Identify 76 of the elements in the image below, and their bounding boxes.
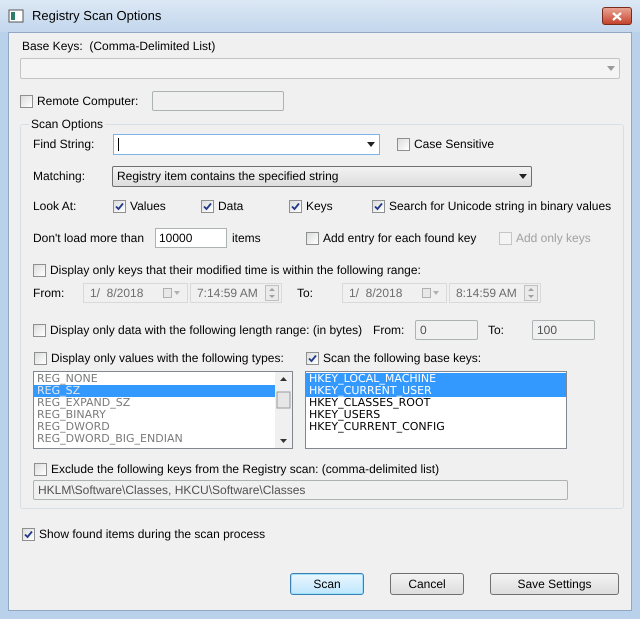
checkbox-label: Display only keys that their modified time is within the following range: xyxy=(50,262,421,279)
length-to-field[interactable]: 100 xyxy=(532,320,595,340)
spinner-icon xyxy=(524,285,538,301)
dropdown-arrow-icon xyxy=(367,142,375,146)
checkbox[interactable] xyxy=(397,138,410,150)
exclude-keys-field[interactable]: HKLM\Software\Classes, HKCU\Software\Classes xyxy=(33,480,568,500)
checkbox[interactable] xyxy=(113,200,126,212)
checkbox[interactable] xyxy=(372,200,385,212)
base-keys-combo[interactable] xyxy=(20,58,620,79)
checkbox-label: Add entry for each found key xyxy=(323,230,476,247)
checkbox[interactable] xyxy=(201,200,214,212)
checkbox-label: Search for Unicode string in binary values xyxy=(389,198,612,215)
field-label: From: xyxy=(373,322,406,339)
calendar-dropdown-icon xyxy=(163,288,181,298)
dialog-button[interactable]: Save Settings xyxy=(490,573,619,595)
check-icon xyxy=(308,354,317,362)
field-label: To: xyxy=(297,285,314,302)
app-icon xyxy=(8,8,24,24)
checkbox-label: Add only keys xyxy=(516,230,591,247)
unit-label: items xyxy=(232,230,262,247)
check-icon xyxy=(24,530,33,538)
field-label: From: xyxy=(33,285,66,302)
date-picker[interactable]: 1/ 8/2018 xyxy=(83,283,188,303)
field-label: Find String: xyxy=(33,136,96,153)
checkbox[interactable] xyxy=(306,352,319,364)
check-icon xyxy=(115,202,124,210)
check-icon xyxy=(203,202,212,210)
text-cursor xyxy=(118,138,119,150)
list-item[interactable]: HKEY_CURRENT_USER xyxy=(306,385,566,397)
checkbox[interactable] xyxy=(22,528,35,540)
dropdown-arrow-icon xyxy=(607,66,615,71)
time-picker[interactable]: 7:14:59 AM xyxy=(190,283,282,303)
checkbox-label: Show found items during the scan process xyxy=(39,526,266,543)
checkbox[interactable] xyxy=(33,264,46,276)
checkbox[interactable] xyxy=(33,324,46,336)
remote-computer-field[interactable] xyxy=(152,91,284,111)
calendar-dropdown-icon xyxy=(422,288,440,298)
list-item[interactable]: HKEY_CLASSES_ROOT xyxy=(306,397,566,409)
dropdown-arrow-icon xyxy=(519,174,527,178)
checkbox-label: Values xyxy=(130,198,166,215)
matching-dropdown[interactable]: Registry item contains the specified string xyxy=(112,166,532,186)
find-string-combo[interactable] xyxy=(113,134,380,154)
checkbox-label: Remote Computer: xyxy=(37,93,138,110)
field-label: Matching: xyxy=(33,168,86,185)
dialog-button[interactable]: Scan xyxy=(290,573,364,595)
checkbox-label: Display only data with the following length range: (in bytes) xyxy=(50,322,362,339)
checkbox[interactable] xyxy=(306,232,319,244)
checkbox[interactable] xyxy=(34,462,47,476)
list-item[interactable]: HKEY_CURRENT_CONFIG xyxy=(306,421,566,433)
date-picker[interactable]: 1/ 8/2018 xyxy=(342,283,447,303)
check-icon xyxy=(374,202,383,210)
checkbox-label: Data xyxy=(218,198,244,215)
field-label: To: xyxy=(488,322,506,339)
max-items-field[interactable]: 10000 xyxy=(155,228,227,248)
list-item[interactable]: HKEY_USERS xyxy=(306,409,566,421)
list-item[interactable]: HKEY_LOCAL_MACHINE xyxy=(306,373,566,385)
length-from-field[interactable]: 0 xyxy=(415,320,478,340)
checkbox[interactable] xyxy=(20,94,33,108)
checkbox-label: Display only values with the following types: xyxy=(51,350,284,367)
time-picker[interactable]: 8:14:59 AM xyxy=(449,283,541,303)
check-icon xyxy=(291,202,300,210)
dropdown-value: Registry item contains the specified string xyxy=(117,168,338,185)
dialog-button[interactable]: Cancel xyxy=(390,573,464,595)
checkbox[interactable] xyxy=(289,200,302,212)
spinner-icon xyxy=(265,285,279,301)
field-label: Don't load more than xyxy=(33,230,146,247)
window-title: Registry Scan Options xyxy=(32,7,162,26)
checkbox-label: Case Sensitive xyxy=(414,136,494,153)
checkbox-label: Keys xyxy=(306,198,333,215)
checkbox-label: Scan the following base keys: xyxy=(323,350,482,367)
close-button[interactable] xyxy=(602,7,632,25)
field-label: Look At: xyxy=(33,198,78,215)
checkbox-label: Exclude the following keys from the Registry scan: (comma-delimited list) xyxy=(51,461,440,478)
close-icon xyxy=(612,12,622,20)
field-label: Base Keys: (Comma-Delimited List) xyxy=(22,39,216,53)
group-title: Scan Options xyxy=(30,116,104,133)
